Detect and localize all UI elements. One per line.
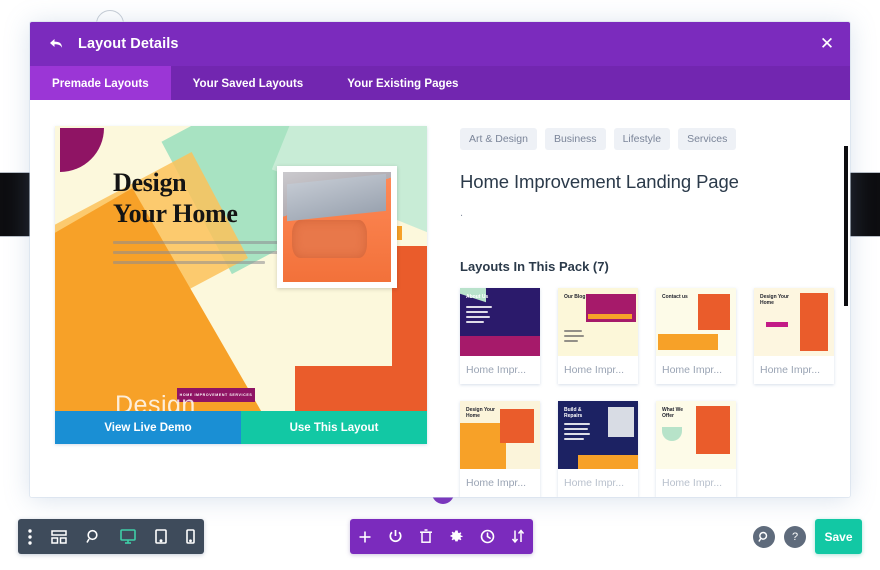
screen: Layout Details ✕ Premade Layouts Your Sa… — [0, 0, 880, 570]
thumbnail-image-our-blog: Our Blog — [558, 288, 638, 356]
modal-scrollbar[interactable] — [844, 100, 848, 497]
thumbnail-label: Home Impr... — [466, 364, 527, 376]
pack-description: . — [460, 207, 464, 219]
thumbnail-title: About Us — [466, 294, 489, 300]
settings-gear-icon[interactable] — [449, 529, 464, 544]
preview-paragraph — [113, 241, 303, 271]
layout-preview-image: Design Your Home HOME IMPROVEMENT SERVIC… — [55, 126, 427, 444]
layout-thumbnail-6[interactable]: Build & Repairs Home Impr... — [558, 401, 638, 497]
layout-thumbnail-7[interactable]: What We Offer Home Impr... — [656, 401, 736, 497]
tag-services[interactable]: Services — [678, 128, 737, 150]
thumbnail-label: Home Impr... — [466, 477, 527, 489]
layout-thumbnail-2[interactable]: Our Blog Home Impr... — [558, 288, 638, 384]
view-mode-toolbar — [18, 519, 204, 554]
tab-premade-layouts[interactable]: Premade Layouts — [30, 66, 171, 100]
sort-arrows-icon[interactable] — [511, 529, 525, 544]
thumbnail-title: Our Blog — [564, 294, 586, 300]
category-tags: Art & Design Business Lifestyle Services — [460, 128, 850, 150]
thumbnail-image-design-your-home: Design Your Home — [754, 288, 834, 356]
page-settings-toolbar — [350, 519, 533, 554]
preview-shape-orange-right — [392, 246, 427, 381]
modal-header: Layout Details ✕ — [30, 22, 850, 66]
tab-your-saved-layouts[interactable]: Your Saved Layouts — [171, 66, 326, 100]
thumbnail-image-build-and-repairs: Build & Repairs — [558, 401, 638, 469]
modal-tabs: Premade Layouts Your Saved Layouts Your … — [30, 66, 850, 100]
wireframe-icon[interactable] — [50, 529, 67, 544]
preview-shape-plum-corner — [60, 128, 104, 172]
thumbnail-label: Home Impr... — [662, 364, 723, 376]
trash-icon[interactable] — [419, 529, 433, 544]
preview-photo-paint-roller — [283, 172, 391, 282]
thumbnail-title: What We Offer — [662, 407, 684, 419]
layout-details-modal: Layout Details ✕ Premade Layouts Your Sa… — [30, 22, 850, 497]
add-icon[interactable] — [358, 530, 372, 544]
layout-preview[interactable]: Design Your Home HOME IMPROVEMENT SERVIC… — [55, 126, 427, 444]
pack-subtitle: Layouts In This Pack (7) — [460, 259, 609, 274]
thumbnail-label: Home Impr... — [564, 477, 625, 489]
search-icon[interactable] — [753, 525, 775, 548]
view-live-demo-button[interactable]: View Live Demo — [55, 411, 241, 444]
modal-title: Layout Details — [78, 36, 179, 52]
preview-photo-frame — [277, 166, 397, 288]
help-icon[interactable]: ? — [784, 525, 806, 548]
layout-thumbnail-3[interactable]: Contact us Home Impr... — [656, 288, 736, 384]
back-arrow-icon[interactable] — [47, 35, 65, 53]
thumbnail-image-design-your-home-2: Design Your Home — [460, 401, 540, 469]
preview-heading-line-1: Design — [113, 168, 187, 197]
history-clock-icon[interactable] — [480, 529, 495, 544]
thumbnail-image-what-we-offer: What We Offer — [656, 401, 736, 469]
layout-thumbnail-4[interactable]: Design Your Home Home Impr... — [754, 288, 834, 384]
tag-art-and-design[interactable]: Art & Design — [460, 128, 537, 150]
background-dark-block-right — [848, 172, 880, 237]
thumbnail-image-about-us: About Us — [460, 288, 540, 356]
thumbnail-label: Home Impr... — [662, 477, 723, 489]
page-title: Home Improvement Landing Page — [460, 171, 739, 192]
tablet-icon[interactable] — [154, 529, 167, 544]
utility-toolbar: ? Save — [753, 519, 862, 554]
layout-thumbnail-1[interactable]: About Us Home Impr... — [460, 288, 540, 384]
more-options-icon[interactable] — [27, 528, 32, 545]
thumbnail-title: Build & Repairs — [564, 407, 583, 419]
power-icon[interactable] — [388, 529, 403, 544]
thumbnail-label: Home Impr... — [564, 364, 625, 376]
thumbnail-label: Home Impr... — [760, 364, 821, 376]
modal-body: Design Your Home HOME IMPROVEMENT SERVIC… — [30, 100, 850, 497]
zoom-icon[interactable] — [85, 529, 101, 544]
preview-actions: View Live Demo Use This Layout — [55, 411, 427, 444]
use-this-layout-button[interactable]: Use This Layout — [241, 411, 427, 444]
layout-thumbnail-grid: About Us Home Impr... Our Blog Home Impr… — [460, 288, 850, 497]
save-button[interactable]: Save — [815, 519, 862, 554]
tab-your-existing-pages[interactable]: Your Existing Pages — [325, 66, 480, 100]
phone-icon[interactable] — [185, 529, 195, 544]
thumbnail-title: Design Your Home — [466, 407, 495, 419]
preview-heading-line-2: Your Home — [113, 199, 238, 228]
tag-lifestyle[interactable]: Lifestyle — [613, 128, 671, 150]
thumbnail-title: Design Your Home — [760, 294, 789, 306]
layout-details-panel: Art & Design Business Lifestyle Services… — [460, 126, 850, 497]
thumbnail-title: Contact us — [662, 294, 688, 300]
desktop-icon[interactable] — [119, 529, 136, 544]
tag-business[interactable]: Business — [544, 128, 606, 150]
layout-thumbnail-5[interactable]: Design Your Home Home Impr... — [460, 401, 540, 497]
thumbnail-image-contact-us: Contact us — [656, 288, 736, 356]
close-icon[interactable]: ✕ — [804, 22, 850, 66]
